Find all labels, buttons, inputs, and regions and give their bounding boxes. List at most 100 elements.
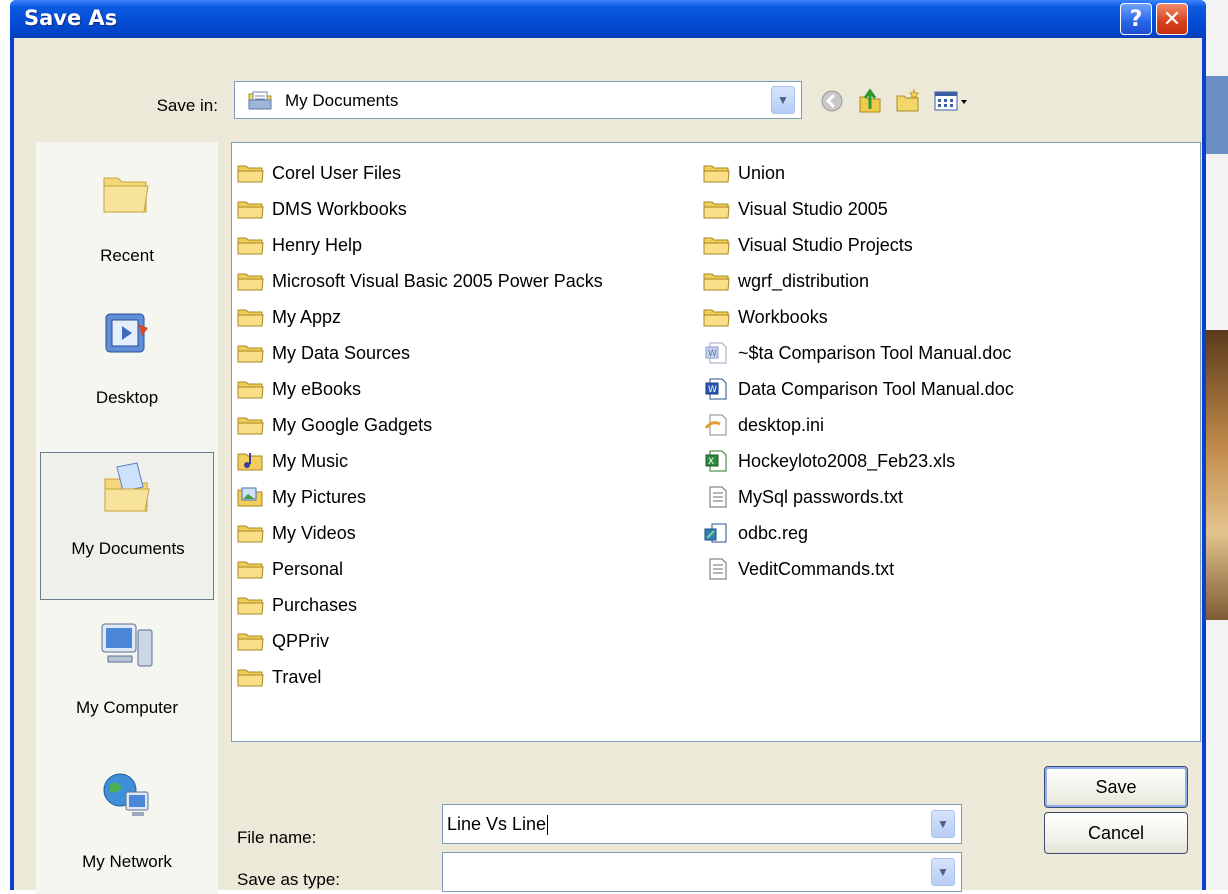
file-name-text: wgrf_distribution (738, 270, 870, 291)
place-desktop[interactable]: Desktop (40, 302, 214, 422)
file-list-item[interactable]: wgrf_distribution (702, 263, 1014, 299)
file-list-item[interactable]: X Hockeyloto2008_Feb23.xls (702, 443, 1014, 479)
folder-icon (236, 234, 272, 256)
excel-file-icon: X (702, 450, 738, 472)
file-list-item[interactable]: Microsoft Visual Basic 2005 Power Packs (236, 263, 603, 299)
file-list-item[interactable]: MySql passwords.txt (702, 479, 1014, 515)
save-as-type-label: Save as type: (237, 870, 341, 889)
folder-icon (236, 594, 272, 616)
file-name-label: File name: (237, 828, 317, 847)
file-list-item[interactable]: My Appz (236, 299, 603, 335)
file-name-text: Personal (272, 558, 344, 579)
file-list-item[interactable]: My Music (236, 443, 603, 479)
file-name-text: Purchases (272, 594, 358, 615)
file-list-item[interactable]: W ~$ta Comparison Tool Manual.doc (702, 335, 1014, 371)
file-list-item[interactable]: My eBooks (236, 371, 603, 407)
file-list-item[interactable]: DMS Workbooks (236, 191, 603, 227)
file-name-text: Hockeyloto2008_Feb23.xls (738, 450, 956, 471)
folder-icon (236, 666, 272, 688)
text-file-icon (702, 558, 738, 580)
file-column-1: Corel User Files DMS Workbooks Henry Help M… (236, 155, 603, 695)
file-name-input[interactable]: Line Vs Line ▼ (442, 804, 962, 844)
text-caret (547, 815, 549, 836)
up-folder-icon[interactable] (856, 87, 884, 115)
file-list-item[interactable]: W Data Comparison Tool Manual.doc (702, 371, 1014, 407)
title-bar[interactable]: Save As ? ✕ (10, 0, 1206, 38)
file-name-value: Line Vs Line (447, 814, 547, 834)
folder-icon (702, 234, 738, 256)
file-list-item[interactable]: Travel (236, 659, 603, 695)
folder-icon (236, 270, 272, 292)
place-my-network[interactable]: My Network (40, 762, 214, 890)
folder-icon (236, 306, 272, 328)
place-label: My Network (82, 852, 172, 871)
file-list-item[interactable]: Visual Studio Projects (702, 227, 1014, 263)
file-list-item[interactable]: Visual Studio 2005 (702, 191, 1014, 227)
file-name-text: Henry Help (272, 234, 363, 255)
file-name-text: Union (738, 162, 786, 183)
file-list-item[interactable]: Corel User Files (236, 155, 603, 191)
my-network-icon (103, 773, 149, 816)
text-file-icon (702, 486, 738, 508)
svg-text:W: W (708, 385, 717, 395)
new-folder-icon[interactable] (894, 87, 922, 115)
file-list-item[interactable]: Personal (236, 551, 603, 587)
cancel-button[interactable]: Cancel (1044, 812, 1188, 854)
folder-icon (236, 342, 272, 364)
file-list[interactable]: Corel User Files DMS Workbooks Henry Help M… (231, 142, 1201, 742)
chevron-down-icon[interactable]: ▼ (931, 810, 955, 838)
folder-icon (236, 522, 272, 544)
recent-folder-icon (103, 177, 149, 213)
folder-icon (236, 558, 272, 580)
place-label: My Computer (75, 698, 179, 717)
save-as-type-dropdown[interactable]: ▼ (442, 852, 962, 892)
my-documents-icon (104, 462, 150, 512)
folder-icon (702, 198, 738, 220)
views-menu-icon[interactable] (932, 87, 970, 115)
place-recent[interactable]: Recent (40, 160, 214, 280)
chevron-down-icon[interactable]: ▼ (931, 858, 955, 886)
file-list-item[interactable]: Workbooks (702, 299, 1014, 335)
file-name-text: desktop.ini (738, 414, 825, 435)
folder-icon (702, 306, 738, 328)
file-list-item[interactable]: Purchases (236, 587, 603, 623)
chevron-down-icon[interactable]: ▼ (771, 86, 795, 114)
places-bar: Recent Desktop My Documents My Computer … (36, 142, 218, 894)
file-list-item[interactable]: desktop.ini (702, 407, 1014, 443)
file-list-item[interactable]: My Google Gadgets (236, 407, 603, 443)
word-doc-icon: W (702, 378, 738, 400)
file-list-item[interactable]: My Data Sources (236, 335, 603, 371)
save-as-dialog: Save As ? ✕ Save in: My Documents ▼ Rece… (10, 0, 1206, 894)
folder-icon (236, 198, 272, 220)
place-my-computer[interactable]: My Computer (40, 612, 214, 742)
close-button[interactable]: ✕ (1156, 3, 1188, 35)
file-name-text: Visual Studio 2005 (738, 198, 888, 219)
background-app (1205, 0, 1228, 890)
ini-file-icon (702, 414, 738, 436)
pictures-folder-icon (236, 486, 272, 508)
svg-text:X: X (708, 457, 714, 467)
file-list-item[interactable]: My Pictures (236, 479, 603, 515)
file-list-item[interactable]: VeditCommands.txt (702, 551, 1014, 587)
folder-icon (236, 414, 272, 436)
file-name-text: My Data Sources (272, 342, 411, 363)
file-list-item[interactable]: My Videos (236, 515, 603, 551)
file-list-item[interactable]: Henry Help (236, 227, 603, 263)
file-name-text: DMS Workbooks (272, 198, 407, 219)
file-list-item[interactable]: odbc.reg (702, 515, 1014, 551)
save-in-label: Save in: (156, 96, 218, 115)
back-icon[interactable] (818, 87, 846, 115)
help-button[interactable]: ? (1120, 3, 1152, 35)
file-name-text: ~$ta Comparison Tool Manual.doc (738, 342, 1012, 363)
file-name-text: Corel User Files (272, 162, 402, 183)
file-name-text: VeditCommands.txt (738, 558, 895, 579)
save-button[interactable]: Save (1044, 766, 1188, 808)
place-my-documents[interactable]: My Documents (40, 452, 214, 600)
folder-icon (236, 162, 272, 184)
folder-icon (702, 162, 738, 184)
file-list-item[interactable]: QPPriv (236, 623, 603, 659)
place-label: My Documents (71, 539, 185, 558)
save-in-value: My Documents (285, 91, 399, 110)
file-list-item[interactable]: Union (702, 155, 1014, 191)
save-in-dropdown[interactable]: My Documents ▼ (234, 81, 802, 119)
